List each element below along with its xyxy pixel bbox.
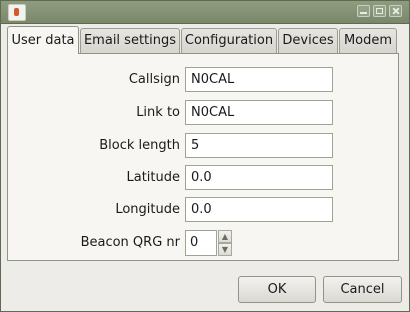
link-to-label: Link to xyxy=(136,105,180,120)
latitude-field[interactable]: 0.0 xyxy=(185,165,333,190)
block-length-label: Block length xyxy=(99,138,180,153)
tab-user-data[interactable]: User data xyxy=(7,26,79,54)
beacon-qrg-spinner: 0 ▲ ▼ xyxy=(185,230,233,256)
longitude-row: Longitude 0.0 xyxy=(8,197,400,223)
longitude-field[interactable]: 0.0 xyxy=(185,197,333,222)
callsign-label: Callsign xyxy=(128,72,180,87)
maximize-icon[interactable] xyxy=(373,5,386,17)
beacon-qrg-label: Beacon QRG nr xyxy=(80,235,180,250)
spinner-down-icon[interactable]: ▼ xyxy=(218,243,232,256)
link-to-field[interactable]: N0CAL xyxy=(185,100,333,125)
block-length-field[interactable]: 5 xyxy=(185,133,333,158)
tab-configuration[interactable]: Configuration xyxy=(181,28,277,53)
tab-email-settings[interactable]: Email settings xyxy=(80,28,180,53)
user-data-panel: Callsign N0CAL Link to N0CAL Block lengt… xyxy=(7,53,399,261)
spinner-up-icon[interactable]: ▲ xyxy=(218,230,232,243)
link-to-row: Link to N0CAL xyxy=(8,100,400,126)
title-bar[interactable] xyxy=(1,1,409,24)
latitude-label: Latitude xyxy=(126,170,180,185)
beacon-qrg-row: Beacon QRG nr 0 ▲ ▼ xyxy=(8,230,400,256)
longitude-label: Longitude xyxy=(115,202,180,217)
cancel-button[interactable]: Cancel xyxy=(323,276,402,303)
latitude-row: Latitude 0.0 xyxy=(8,165,400,191)
tab-devices[interactable]: Devices xyxy=(278,28,338,53)
tab-bar: User data Email settings Configuration D… xyxy=(7,26,405,54)
ok-button[interactable]: OK xyxy=(238,276,316,303)
minimize-icon[interactable] xyxy=(357,5,370,17)
callsign-row: Callsign N0CAL xyxy=(8,67,400,93)
callsign-field[interactable]: N0CAL xyxy=(185,67,333,92)
block-length-row: Block length 5 xyxy=(8,133,400,159)
beacon-qrg-input[interactable]: 0 xyxy=(185,230,217,256)
dialog-window: User data Email settings Configuration D… xyxy=(0,0,410,312)
java-cup-icon xyxy=(8,4,26,21)
tab-modem[interactable]: Modem xyxy=(339,28,397,53)
close-icon[interactable] xyxy=(389,5,402,17)
